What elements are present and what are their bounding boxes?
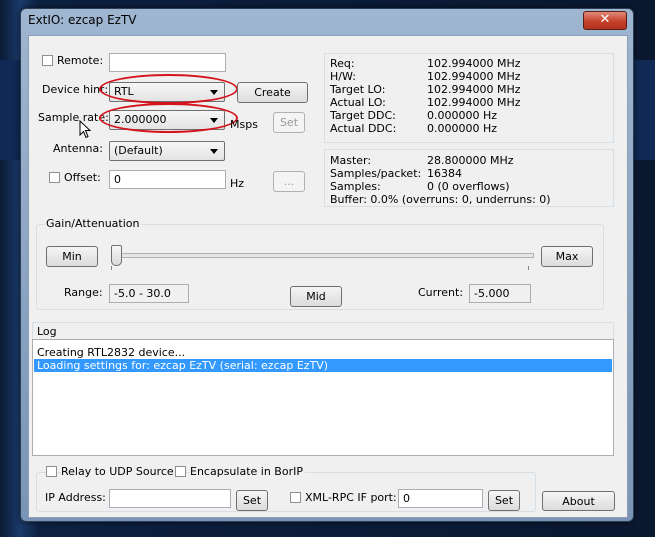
remote-input[interactable] (109, 53, 226, 72)
samples-label: Samples: (330, 180, 381, 193)
frequency-info-panel: Req: 102.994000 MHz H/W: 102.994000 MHz … (324, 53, 614, 143)
relay-checkbox[interactable] (46, 466, 57, 477)
info-label: Actual LO: (330, 96, 386, 109)
extio-window: ExtIO: ezcap EzTV ✕ Remote: Device hint:… (20, 8, 634, 522)
relay-label: Relay to UDP Source (61, 465, 176, 478)
info-label: Target LO: (330, 83, 386, 96)
info-value: 0.000000 Hz (427, 122, 498, 135)
gain-mid-button[interactable]: Mid (290, 286, 342, 307)
encapsulate-checkbox[interactable] (175, 466, 186, 477)
samples-value: 0 (0 overflows) (427, 180, 510, 193)
range-value: -5.0 - 30.0 (109, 284, 189, 303)
log-line[interactable]: Creating RTL2832 device... (37, 346, 607, 359)
gain-slider-thumb[interactable] (111, 245, 122, 266)
log-title: Log (37, 325, 57, 338)
xmlrpc-port-label: XML-RPC IF port: (305, 491, 397, 504)
info-value: 102.994000 MHz (427, 96, 521, 109)
slider-tick (111, 266, 112, 270)
sample-rate-set-button[interactable]: Set (273, 112, 305, 133)
close-button[interactable]: ✕ (583, 11, 627, 30)
gain-slider-track[interactable] (112, 253, 534, 258)
buffer-status: Buffer: 0.0% (overruns: 0, underruns: 0) (330, 193, 551, 206)
create-button[interactable]: Create (237, 82, 308, 103)
info-value: 102.994000 MHz (427, 83, 521, 96)
info-value: 0.000000 Hz (427, 109, 498, 122)
gain-min-button[interactable]: Min (46, 246, 98, 267)
msps-label: Msps (230, 118, 258, 131)
info-label: Req: (330, 57, 355, 70)
range-label: Range: (64, 286, 103, 299)
ip-address-input[interactable] (109, 489, 231, 508)
remote-label: Remote: (57, 54, 104, 67)
annotation-oval (99, 74, 238, 104)
info-label: H/W: (330, 70, 356, 83)
mouse-cursor-icon (79, 120, 92, 139)
antenna-value: (Default) (114, 144, 163, 157)
stream-info-panel: Master: 28.800000 MHz Samples/packet: 16… (324, 149, 614, 207)
offset-checkbox[interactable] (49, 172, 60, 183)
log-header: Log (32, 322, 614, 340)
background-panel (632, 60, 655, 160)
samples-per-packet-label: Samples/packet: (330, 167, 422, 180)
offset-input[interactable]: 0 (109, 170, 226, 189)
about-button[interactable]: About (542, 491, 615, 511)
master-value: 28.800000 MHz (427, 154, 514, 167)
log-line-selected[interactable]: Loading settings for: ezcap EzTV (serial… (34, 359, 612, 372)
ip-address-label: IP Address: (45, 491, 106, 504)
encapsulate-label: Encapsulate in BorIP (190, 465, 305, 478)
title-bar[interactable]: ExtIO: ezcap EzTV ✕ (21, 9, 633, 31)
gain-max-button[interactable]: Max (541, 246, 593, 267)
xmlrpc-port-input[interactable]: 0 (398, 489, 483, 508)
info-label: Target DDC: (330, 109, 396, 122)
chevron-down-icon (210, 149, 218, 154)
current-value: -5.000 (469, 284, 531, 303)
info-value: 102.994000 MHz (427, 70, 521, 83)
hz-label: Hz (230, 177, 245, 190)
xmlrpc-set-button[interactable]: Set (488, 490, 520, 511)
remote-checkbox[interactable] (42, 55, 53, 66)
dialog-client-area: Remote: Device hint: RTL Create Sample r… (28, 35, 628, 518)
info-label: Actual DDC: (330, 122, 397, 135)
master-label: Master: (330, 154, 372, 167)
xmlrpc-checkbox[interactable] (290, 492, 301, 503)
antenna-label: Antenna: (53, 142, 103, 155)
current-label: Current: (418, 286, 464, 299)
background-panel (0, 60, 20, 160)
window-title: ExtIO: ezcap EzTV (28, 13, 137, 27)
ip-set-button[interactable]: Set (236, 490, 268, 511)
log-list[interactable]: Creating RTL2832 device... Loading setti… (32, 339, 614, 456)
info-value: 102.994000 MHz (427, 57, 521, 70)
annotation-oval (99, 103, 238, 133)
slider-tick (528, 266, 529, 270)
samples-per-packet-value: 16384 (427, 167, 462, 180)
close-icon: ✕ (599, 12, 611, 27)
antenna-select[interactable]: (Default) (109, 141, 225, 161)
offset-more-button[interactable]: ... (273, 171, 305, 192)
gain-group-title: Gain/Attenuation (44, 217, 142, 230)
offset-label: Offset: (64, 171, 101, 184)
